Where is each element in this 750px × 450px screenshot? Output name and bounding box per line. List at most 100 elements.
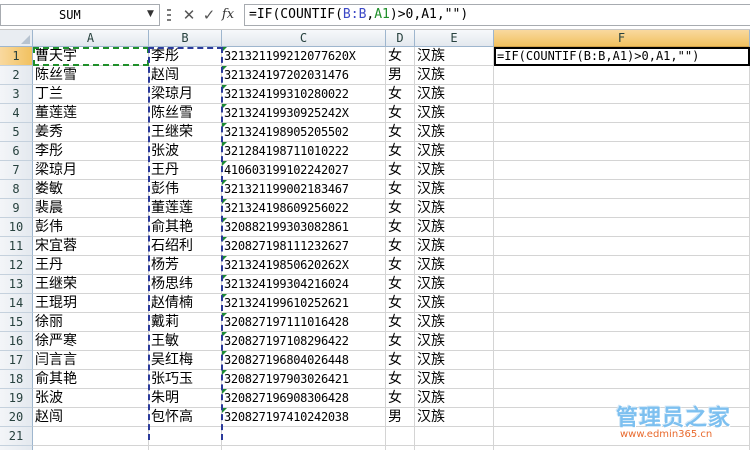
cell-d[interactable]: 女 — [386, 370, 415, 389]
cell-a[interactable]: 丁兰 — [33, 85, 149, 104]
cell-c[interactable]: 320827197410242038 — [222, 408, 386, 427]
cell-c[interactable]: 32132419930925242X — [222, 104, 386, 123]
row-header[interactable]: 14 — [0, 294, 33, 313]
cell-b[interactable] — [149, 427, 222, 446]
cell-f[interactable] — [494, 180, 750, 199]
cell-b[interactable]: 李彤 — [149, 47, 222, 66]
cell-e[interactable]: 汉族 — [415, 180, 494, 199]
cell-b[interactable]: 赵闯 — [149, 66, 222, 85]
row-header[interactable]: 10 — [0, 218, 33, 237]
cell-a[interactable]: 俞其艳 — [33, 370, 149, 389]
cell-d[interactable] — [386, 427, 415, 446]
cell-c[interactable]: 321324198609256022 — [222, 199, 386, 218]
cell-a[interactable]: 闫言言 — [33, 351, 149, 370]
cell-d[interactable]: 女 — [386, 123, 415, 142]
column-header-f[interactable]: F — [494, 30, 750, 47]
cell-a[interactable]: 张波 — [33, 389, 149, 408]
name-box[interactable]: SUM ▼ — [0, 4, 160, 26]
cell-c[interactable]: 321324199310280022 — [222, 85, 386, 104]
cell-e[interactable] — [415, 446, 494, 450]
enter-button[interactable]: ✓ — [200, 4, 218, 26]
cell-d[interactable]: 女 — [386, 218, 415, 237]
cell-d[interactable]: 女 — [386, 180, 415, 199]
cell-c[interactable]: 321324197202031476 — [222, 66, 386, 85]
row-header[interactable]: 9 — [0, 199, 33, 218]
cell-e[interactable]: 汉族 — [415, 199, 494, 218]
cell-a[interactable]: 王丹 — [33, 256, 149, 275]
cell-a[interactable]: 王继荣 — [33, 275, 149, 294]
cell-c[interactable]: 320827196804026448 — [222, 351, 386, 370]
formula-input[interactable]: =IF(COUNTIF(B:B,A1)>0,A1,"") — [244, 4, 750, 26]
row-header[interactable]: 1 — [0, 47, 33, 66]
column-header-c[interactable]: C — [222, 30, 386, 47]
cell-f[interactable] — [494, 142, 750, 161]
insert-function-button[interactable]: fx — [219, 4, 237, 26]
cell-f[interactable] — [494, 351, 750, 370]
cell-b[interactable]: 王继荣 — [149, 123, 222, 142]
cell-c[interactable]: 410603199102242027 — [222, 161, 386, 180]
cell-c[interactable]: 320827197903026421 — [222, 370, 386, 389]
cell-f[interactable] — [494, 313, 750, 332]
cell-f[interactable] — [494, 199, 750, 218]
cell-f[interactable] — [494, 85, 750, 104]
cell-a[interactable]: 梁琼月 — [33, 161, 149, 180]
cell-d[interactable]: 女 — [386, 256, 415, 275]
cell-e[interactable]: 汉族 — [415, 389, 494, 408]
cell-b[interactable] — [149, 446, 222, 450]
cell-c[interactable]: 321324198905205502 — [222, 123, 386, 142]
cell-f[interactable] — [494, 275, 750, 294]
cell-f[interactable] — [494, 446, 750, 450]
column-header-a[interactable]: A — [33, 30, 149, 47]
cell-b[interactable]: 梁琼月 — [149, 85, 222, 104]
cell-b[interactable]: 王敏 — [149, 332, 222, 351]
cell-a[interactable]: 王琨玥 — [33, 294, 149, 313]
cell-d[interactable]: 女 — [386, 313, 415, 332]
cell-a[interactable]: 李彤 — [33, 142, 149, 161]
cell-d[interactable]: 男 — [386, 66, 415, 85]
cell-b[interactable]: 董莲莲 — [149, 199, 222, 218]
cell-e[interactable]: 汉族 — [415, 142, 494, 161]
row-header[interactable]: 7 — [0, 161, 33, 180]
cell-f[interactable] — [494, 66, 750, 85]
cell-b[interactable]: 张巧玉 — [149, 370, 222, 389]
row-header[interactable]: 16 — [0, 332, 33, 351]
cell-d[interactable]: 女 — [386, 351, 415, 370]
cell-e[interactable]: 汉族 — [415, 408, 494, 427]
row-header[interactable]: 3 — [0, 85, 33, 104]
cell-a[interactable]: 裴晨 — [33, 199, 149, 218]
row-header[interactable]: 8 — [0, 180, 33, 199]
cell-a[interactable]: 彭伟 — [33, 218, 149, 237]
cell-c[interactable]: 321284198711010222 — [222, 142, 386, 161]
cell-d[interactable]: 女 — [386, 389, 415, 408]
select-all-corner[interactable] — [0, 30, 33, 47]
cell-c[interactable] — [222, 446, 386, 450]
cell-d[interactable]: 女 — [386, 85, 415, 104]
cell-d[interactable]: 女 — [386, 142, 415, 161]
cell-a[interactable]: 娄敏 — [33, 180, 149, 199]
grip-icon[interactable] — [163, 7, 175, 23]
cell-c[interactable]: 320827197108296422 — [222, 332, 386, 351]
cell-a[interactable]: 董莲莲 — [33, 104, 149, 123]
cell-e[interactable]: 汉族 — [415, 161, 494, 180]
cell-d[interactable]: 女 — [386, 275, 415, 294]
cell-e[interactable]: 汉族 — [415, 370, 494, 389]
cell-f[interactable] — [494, 123, 750, 142]
cell-f[interactable] — [494, 256, 750, 275]
row-header[interactable]: 4 — [0, 104, 33, 123]
cell-e[interactable]: 汉族 — [415, 123, 494, 142]
cell-e[interactable]: 汉族 — [415, 256, 494, 275]
cell-c[interactable]: 32132419850620262X — [222, 256, 386, 275]
cell-f[interactable] — [494, 294, 750, 313]
row-header[interactable]: 2 — [0, 66, 33, 85]
row-header[interactable]: 5 — [0, 123, 33, 142]
cell-a[interactable]: 陈丝雪 — [33, 66, 149, 85]
cell-b[interactable]: 石绍利 — [149, 237, 222, 256]
cell-a[interactable]: 徐丽 — [33, 313, 149, 332]
cell-b[interactable]: 朱明 — [149, 389, 222, 408]
cell-a[interactable]: 赵闯 — [33, 408, 149, 427]
cell-e[interactable]: 汉族 — [415, 66, 494, 85]
row-header[interactable]: 15 — [0, 313, 33, 332]
cell-e[interactable]: 汉族 — [415, 104, 494, 123]
cell-a[interactable] — [33, 446, 149, 450]
cell-c[interactable]: 321324199304216024 — [222, 275, 386, 294]
